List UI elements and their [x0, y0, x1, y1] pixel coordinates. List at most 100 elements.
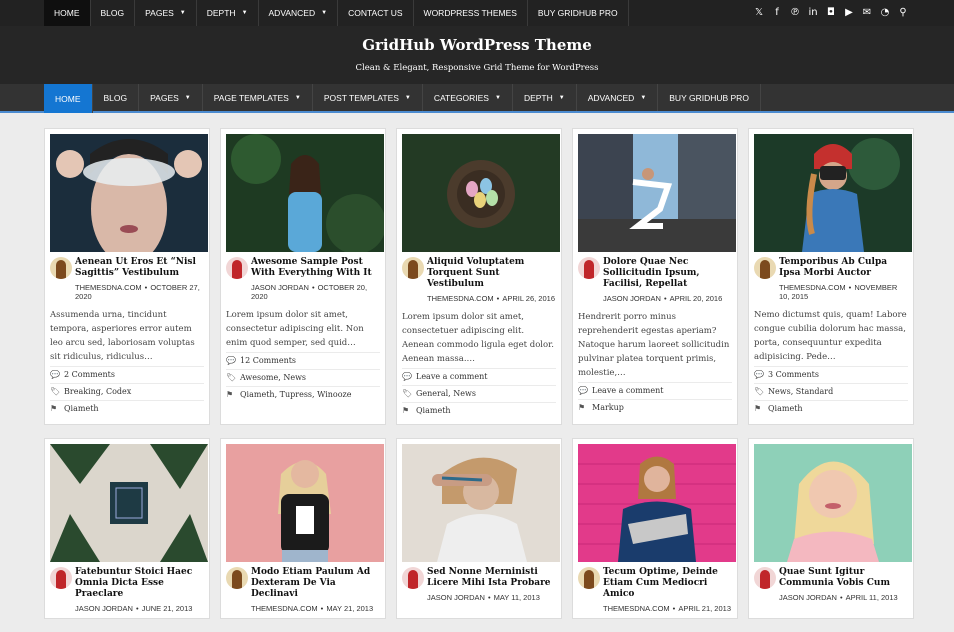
facebook-icon[interactable]: f: [772, 8, 782, 18]
author-avatar[interactable]: [226, 257, 248, 279]
post-thumbnail[interactable]: [402, 134, 560, 252]
post-tags[interactable]: 🏷 Awesome, News: [226, 369, 380, 386]
main-item-depth[interactable]: Depth ▼: [513, 84, 577, 111]
top-item-depth[interactable]: Depth ▼: [197, 0, 259, 26]
main-item-categories[interactable]: Categories ▼: [423, 84, 513, 111]
post-comments[interactable]: 💬 3 Comments: [754, 366, 908, 383]
post-title-block: Tecum Optime, Deinde Etiam Cum Mediocri …: [603, 567, 732, 613]
post-author[interactable]: JASON JORDAN: [779, 593, 837, 602]
post-tags[interactable]: 🏷 Breaking, Codex: [50, 383, 204, 400]
main-item-page-templates[interactable]: Page Templates ▼: [203, 84, 313, 111]
post-thumbnail[interactable]: [226, 134, 384, 252]
post-footer-meta: 💬 3 Comments 🏷 News, Standard ⚑ Qiameth: [754, 366, 908, 417]
post-author[interactable]: THEMESDNA.COM: [427, 294, 494, 303]
youtube-icon[interactable]: ▶: [844, 8, 854, 18]
post-thumbnail[interactable]: [50, 444, 208, 562]
post-author[interactable]: THEMESDNA.COM: [75, 283, 142, 292]
main-item-blog[interactable]: Blog: [93, 84, 140, 111]
post-date[interactable]: MAY 11, 2013: [494, 593, 540, 602]
top-item-advanced[interactable]: Advanced ▼: [259, 0, 339, 26]
author-avatar[interactable]: [226, 567, 248, 589]
post-categories[interactable]: ⚑ Qiameth: [754, 400, 908, 417]
top-item-blog[interactable]: Blog: [91, 0, 136, 26]
post-date[interactable]: APRIL 20, 2016: [670, 294, 723, 303]
post-author[interactable]: THEMESDNA.COM: [603, 604, 670, 613]
post-thumbnail[interactable]: [754, 134, 912, 252]
linkedin-icon[interactable]: in: [808, 8, 818, 18]
rss-icon[interactable]: ◔: [880, 8, 890, 18]
post-thumbnail[interactable]: [578, 444, 736, 562]
instagram-icon[interactable]: ◘: [826, 8, 836, 18]
author-avatar[interactable]: [578, 567, 600, 589]
post-title[interactable]: Awesome Sample Post With Everything With…: [251, 257, 380, 279]
comments-icon: 💬: [50, 370, 60, 379]
post-tags[interactable]: 🏷 News, Standard: [754, 383, 908, 400]
post-comments[interactable]: 💬 2 Comments: [50, 366, 204, 383]
email-icon[interactable]: ✉: [862, 8, 872, 18]
post-date[interactable]: JUNE 21, 2013: [142, 604, 193, 613]
twitter-icon[interactable]: 𝕏: [754, 8, 764, 18]
post-title-block: Modo Etiam Paulum Ad Dexteram De Via Dec…: [251, 567, 380, 613]
post-date[interactable]: APRIL 26, 2016: [502, 294, 555, 303]
pinterest-icon[interactable]: ℗: [790, 8, 800, 18]
post-date[interactable]: APRIL 21, 2013: [678, 604, 731, 613]
main-item-post-templates[interactable]: Post Templates ▼: [313, 84, 423, 111]
site-title[interactable]: GridHub WordPress Theme: [0, 26, 954, 54]
post-title[interactable]: Quae Sunt Igitur Communia Vobis Cum: [779, 567, 908, 589]
post-categories[interactable]: ⚑ Markup: [578, 399, 732, 416]
post-title[interactable]: Fatebuntur Stoici Haec Omnia Dicta Esse …: [75, 567, 204, 600]
post-title[interactable]: Sed Nonne Merninisti Licere Mihi Ista Pr…: [427, 567, 556, 589]
tags-icon: 🏷: [402, 389, 413, 398]
post-categories[interactable]: ⚑ Qiameth: [402, 402, 556, 419]
top-item-buy-gridhub-pro[interactable]: Buy GridHub Pro: [528, 0, 629, 26]
post-categories-text: Qiameth: [768, 404, 803, 413]
post-categories-text: Markup: [592, 403, 624, 412]
post-title[interactable]: Dolore Quae Nec Sollicitudin Ipsum, Faci…: [603, 257, 732, 290]
tags-icon: 🏷: [50, 387, 61, 396]
post-thumbnail[interactable]: [402, 444, 560, 562]
post-comments[interactable]: 💬 Leave a comment: [402, 368, 556, 385]
main-item-home[interactable]: Home: [44, 84, 93, 113]
author-avatar[interactable]: [754, 567, 776, 589]
post-thumbnail[interactable]: [578, 134, 736, 252]
author-avatar[interactable]: [50, 567, 72, 589]
post-title[interactable]: Aenean Ut Eros Et “Nisl Sagittis” Vestib…: [75, 257, 204, 279]
author-avatar[interactable]: [402, 257, 424, 279]
author-avatar[interactable]: [578, 257, 600, 279]
main-item-buy-gridhub-pro[interactable]: Buy GridHub Pro: [658, 84, 761, 111]
post-thumbnail[interactable]: [754, 444, 912, 562]
post-author[interactable]: JASON JORDAN: [75, 604, 133, 613]
top-item-pages[interactable]: Pages ▼: [135, 0, 197, 26]
post-title[interactable]: Modo Etiam Paulum Ad Dexteram De Via Dec…: [251, 567, 380, 600]
top-item-contact-us[interactable]: Contact Us: [338, 0, 414, 26]
author-avatar[interactable]: [754, 257, 776, 279]
post-title[interactable]: Aliquid Voluptatem Torquent Sunt Vestibu…: [427, 257, 556, 290]
main-item-pages[interactable]: Pages ▼: [139, 84, 203, 111]
top-item-home[interactable]: Home: [44, 0, 91, 26]
author-avatar[interactable]: [402, 567, 424, 589]
top-item-label: Pages: [145, 8, 174, 18]
meta-separator: •: [135, 604, 139, 613]
post-tags[interactable]: 🏷 General, News: [402, 385, 556, 402]
post-meta: THEMESDNA.COM • NOVEMBER 10, 2015: [779, 283, 908, 301]
post-title[interactable]: Tecum Optime, Deinde Etiam Cum Mediocri …: [603, 567, 732, 600]
post-author[interactable]: THEMESDNA.COM: [779, 283, 846, 292]
main-item-advanced[interactable]: Advanced ▼: [577, 84, 659, 111]
post-author[interactable]: JASON JORDAN: [251, 283, 309, 292]
post-categories[interactable]: ⚑ Qiameth: [50, 400, 204, 417]
post-title[interactable]: Temporibus Ab Culpa Ipsa Morbi Auctor: [779, 257, 908, 279]
author-avatar[interactable]: [50, 257, 72, 279]
post-thumbnail[interactable]: [50, 134, 208, 252]
post-thumbnail[interactable]: [226, 444, 384, 562]
post-author[interactable]: THEMESDNA.COM: [251, 604, 318, 613]
post-author[interactable]: JASON JORDAN: [603, 294, 661, 303]
post-categories[interactable]: ⚑ Qiameth, Tupress, Winooze: [226, 386, 380, 403]
top-item-wordpress-themes[interactable]: WordPress Themes: [414, 0, 528, 26]
chevron-down-icon: ▼: [640, 94, 647, 101]
post-comments[interactable]: 💬 Leave a comment: [578, 382, 732, 399]
post-date[interactable]: MAY 21, 2013: [326, 604, 373, 613]
post-date[interactable]: APRIL 11, 2013: [846, 593, 898, 602]
post-author[interactable]: JASON JORDAN: [427, 593, 485, 602]
search-icon[interactable]: ⚲: [898, 8, 908, 18]
post-comments[interactable]: 💬 12 Comments: [226, 352, 380, 369]
